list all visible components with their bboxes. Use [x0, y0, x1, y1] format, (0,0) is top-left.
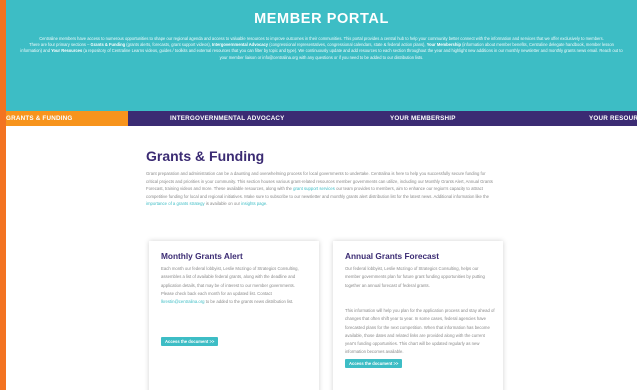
tab-your-membership[interactable]: YOUR MEMBERSHIP: [390, 111, 456, 126]
card-title: Annual Grants Forecast: [345, 251, 440, 261]
card-body-text: to be added to the grants news distribut…: [204, 299, 294, 305]
section-description: Grant preparation and administration can…: [146, 170, 498, 208]
tab-your-resources[interactable]: YOUR RESOUR: [589, 111, 637, 126]
main-content: Grants & Funding Grant preparation and a…: [6, 126, 637, 390]
card-body-text: Each month our federal lobbyist, Leslie …: [161, 266, 299, 296]
page-title: MEMBER PORTAL: [254, 11, 389, 27]
intro-section-membership: Your Membership: [426, 42, 461, 48]
card-annual-grants-forecast: Annual Grants Forecast Our federal lobby…: [333, 241, 503, 390]
intro-section-advocacy: Intergovernmental Advocacy: [212, 42, 269, 48]
intro-text: Centraline members have access to numero…: [39, 36, 604, 41]
card-body: Our federal lobbyist, Leslie Mozingo of …: [345, 266, 485, 288]
access-document-button[interactable]: Access the document >>: [345, 359, 403, 368]
section-desc-text: .: [266, 201, 268, 206]
contact-email-link[interactable]: lkrestin@centralina.org: [161, 299, 205, 304]
tab-intergovernmental-advocacy[interactable]: INTERGOVERNMENTAL ADVOCACY: [170, 111, 285, 126]
grant-support-link[interactable]: grant support services: [293, 186, 335, 191]
intro-section-grants: Grants & Funding: [90, 42, 126, 48]
section-tabs: GRANTS & FUNDING INTERGOVERNMENTAL ADVOC…: [6, 111, 637, 126]
section-title: Grants & Funding: [146, 148, 265, 164]
hero-intro: Centraline members have access to numero…: [20, 36, 623, 61]
card-body: Each month our federal lobbyist, Leslie …: [161, 265, 309, 306]
intro-section-resources: Your Resources: [51, 48, 83, 54]
intro-section-advocacy-desc: (congressional representatives, congress…: [268, 42, 427, 48]
section-desc-text: is available on our: [204, 201, 242, 206]
card-monthly-grants-alert: Monthly Grants Alert Each month our fede…: [149, 241, 319, 390]
intro-section-grants-desc: (grants alerts, forecasts, grant support…: [125, 42, 213, 48]
hero-banner: MEMBER PORTAL Centraline members have ac…: [6, 0, 637, 111]
tab-grants-funding[interactable]: GRANTS & FUNDING: [6, 111, 128, 126]
card-title: Monthly Grants Alert: [161, 251, 243, 261]
card-body-secondary: This information will help you plan for …: [345, 308, 495, 355]
grants-strategy-link[interactable]: importance of a grants strategy: [146, 201, 205, 206]
page-frame: MEMBER PORTAL Centraline members have ac…: [6, 0, 637, 390]
intro-section-resources-desc: (a repository of Centraline Learns video…: [82, 48, 623, 60]
insights-page-link[interactable]: insights page: [241, 201, 266, 206]
intro-text-sections: There are four primary sections –: [29, 42, 91, 48]
access-document-button[interactable]: Access the document >>: [161, 337, 219, 346]
